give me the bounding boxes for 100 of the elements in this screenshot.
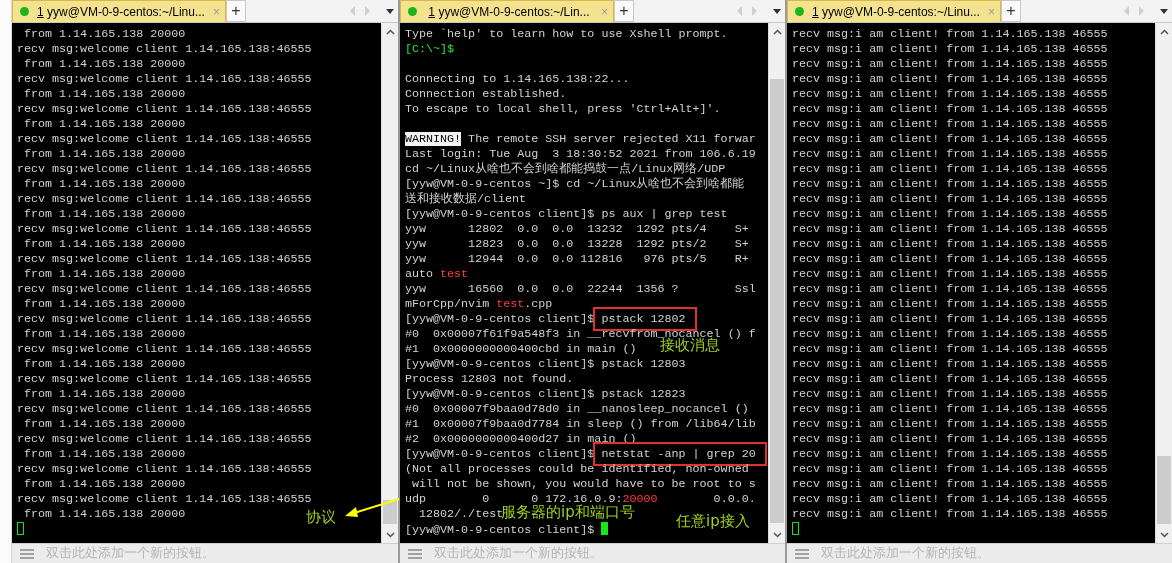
status-dot-icon xyxy=(20,7,29,16)
terminal-line: To escape to local shell, press 'Ctrl+Alt+]'. xyxy=(405,102,721,117)
terminal-line: recv msg:i am client! from 1.14.165.138 46555 xyxy=(792,72,1108,87)
terminal-line: recv msg:i am client! from 1.14.165.138 46555 xyxy=(792,27,1108,42)
terminal-line: recv msg:i am client! from 1.14.165.138 46555 xyxy=(792,177,1108,192)
terminal-tab[interactable]: 1 yyw@VM-0-9-centos:~/Lin... × xyxy=(400,0,614,22)
terminal-line: from 1.14.165.138 20000 xyxy=(23,87,186,102)
terminal-line: recv msg:i am client! from 1.14.165.138 46555 xyxy=(792,132,1108,147)
terminal-tab[interactable]: 1 yyw@VM-0-9-centos:~/Linu... × xyxy=(12,0,226,22)
terminal-line: recv msg:i am client! from 1.14.165.138 46555 xyxy=(792,462,1108,477)
dropdown-caret-icon[interactable] xyxy=(773,8,781,14)
terminal-line: from 1.14.165.138 20000 xyxy=(23,417,186,432)
terminal-line: recv msg:welcome client 1.14.165.138:46555 xyxy=(17,192,312,207)
terminal-line: recv msg:welcome client 1.14.165.138:46555 xyxy=(17,72,312,87)
scroll-down-icon[interactable] xyxy=(385,531,395,538)
terminal-line: recv msg:i am client! from 1.14.165.138 46555 xyxy=(792,297,1108,312)
terminal-line: recv msg:welcome client 1.14.165.138:46555 xyxy=(17,42,312,57)
scroll-down-icon[interactable] xyxy=(772,531,782,538)
terminal-line: recv msg:i am client! from 1.14.165.138 46555 xyxy=(792,387,1108,402)
terminal-line: recv msg:i am client! from 1.14.165.138 46555 xyxy=(792,282,1108,297)
scrollbar-thumb[interactable] xyxy=(383,500,397,524)
menu-icon[interactable] xyxy=(20,548,34,559)
terminal-line: recv msg:i am client! from 1.14.165.138 46555 xyxy=(792,252,1108,267)
terminal-line: recv msg:i am client! from 1.14.165.138 46555 xyxy=(792,357,1108,372)
terminal-line: recv msg:i am client! from 1.14.165.138 46555 xyxy=(792,222,1108,237)
terminal-line: recv msg:i am client! from 1.14.165.138 46555 xyxy=(792,477,1108,492)
terminal-line: Type `help' to learn how to use Xshell prompt. xyxy=(405,27,728,42)
scroll-up-icon[interactable] xyxy=(1159,28,1169,35)
terminal-line: recv msg:welcome client 1.14.165.138:46555 xyxy=(17,432,312,447)
terminal-line: from 1.14.165.138 20000 xyxy=(23,297,186,312)
terminal-line: from 1.14.165.138 20000 xyxy=(23,207,186,222)
annotation-label: 服务器的ip和端口号 xyxy=(501,503,635,522)
scroll-left-icon[interactable] xyxy=(1124,6,1130,16)
terminal-line: recv msg:welcome client 1.14.165.138:46555 xyxy=(17,462,312,477)
dropdown-caret-icon[interactable] xyxy=(1160,8,1168,14)
annotation-label: 任意ip接入 xyxy=(676,512,750,531)
terminal-line: recv msg:welcome client 1.14.165.138:46555 xyxy=(17,372,312,387)
scroll-down-icon[interactable] xyxy=(1159,531,1169,538)
menu-icon[interactable] xyxy=(795,548,809,559)
terminal-line: from 1.14.165.138 20000 xyxy=(23,117,186,132)
status-dot-icon xyxy=(795,7,804,16)
terminal-line: from 1.14.165.138 20000 xyxy=(23,27,186,42)
terminal-line: Connecting to 1.14.165.138:22... xyxy=(405,72,630,87)
scrollbar[interactable] xyxy=(768,23,785,543)
terminal-line: #1 0x00007f9baa0d7784 in sleep () from /lib64/lib xyxy=(405,417,756,432)
terminal-line: will not be shown, you would have to be root to s xyxy=(411,477,756,492)
terminal-line: recv msg:welcome client 1.14.165.138:46555 xyxy=(17,492,312,507)
terminal-line: [yyw@VM-0-9-centos client]$ pstack 12803 xyxy=(405,357,686,372)
scroll-right-icon[interactable] xyxy=(364,6,370,16)
terminal-line: auto test xyxy=(405,267,469,282)
terminal-line: recv msg:i am client! from 1.14.165.138 46555 xyxy=(792,192,1108,207)
terminal-line: from 1.14.165.138 20000 xyxy=(23,57,186,72)
scrollbar[interactable] xyxy=(381,23,398,543)
terminal-line: recv msg:i am client! from 1.14.165.138 46555 xyxy=(792,267,1108,282)
terminal-line: recv msg:i am client! from 1.14.165.138 46555 xyxy=(792,102,1108,117)
terminal-line: #0 0x00007f9baa0d78d0 in __nanosleep_nocancel () xyxy=(405,402,749,417)
terminal-line: recv msg:i am client! from 1.14.165.138 46555 xyxy=(792,372,1108,387)
terminal-line: recv msg:i am client! from 1.14.165.138 46555 xyxy=(792,417,1108,432)
terminal-line: recv msg:i am client! from 1.14.165.138 46555 xyxy=(792,402,1108,417)
status-dot-icon xyxy=(408,7,417,16)
terminal-line: recv msg:i am client! from 1.14.165.138 46555 xyxy=(792,507,1108,522)
terminal-line: recv msg:i am client! from 1.14.165.138 46555 xyxy=(792,57,1108,72)
terminal-line: Process 12803 not found. xyxy=(405,372,574,387)
terminal-line: recv msg:welcome client 1.14.165.138:46555 xyxy=(17,402,312,417)
terminal-line: recv msg:i am client! from 1.14.165.138 46555 xyxy=(792,327,1108,342)
terminal-line: mForCpp/nvim test.cpp xyxy=(405,297,553,312)
menu-icon[interactable] xyxy=(408,548,422,559)
scroll-up-icon[interactable] xyxy=(385,28,395,35)
scrollbar[interactable] xyxy=(1155,23,1172,543)
scroll-right-icon[interactable] xyxy=(1138,6,1144,16)
terminal-line: recv msg:i am client! from 1.14.165.138 46555 xyxy=(792,492,1108,507)
terminal-line: from 1.14.165.138 20000 xyxy=(23,357,186,372)
dropdown-caret-icon[interactable] xyxy=(386,8,394,14)
scroll-up-icon[interactable] xyxy=(772,28,782,35)
new-tab-button[interactable]: + xyxy=(614,0,634,22)
scroll-right-icon[interactable] xyxy=(751,6,757,16)
terminal-line: cd ~/Linux从啥也不会到啥都能捣鼓一点/Linux网络/UDP xyxy=(405,162,726,177)
new-tab-button[interactable]: + xyxy=(226,0,246,22)
terminal-line: recv msg:welcome client 1.14.165.138:46555 xyxy=(17,252,312,267)
terminal-line: from 1.14.165.138 20000 xyxy=(23,267,186,282)
scrollbar-thumb[interactable] xyxy=(1157,456,1171,524)
terminal-line: yyw 12802 0.0 0.0 13232 1292 pts/4 S+ xyxy=(405,222,749,237)
terminal-tab[interactable]: 1 yyw@VM-0-9-centos:~/Linu... × xyxy=(787,0,1001,22)
terminal-text: [yyw@VM-0-9-centos client]$ xyxy=(405,312,596,326)
terminal-line: recv msg:welcome client 1.14.165.138:46555 xyxy=(17,342,312,357)
scrollbar-thumb[interactable] xyxy=(770,79,784,523)
terminal-line: from 1.14.165.138 20000 xyxy=(23,477,186,492)
terminal-line: recv msg:i am client! from 1.14.165.138 46555 xyxy=(792,447,1108,462)
terminal-line: recv msg:i am client! from 1.14.165.138 46555 xyxy=(792,237,1108,252)
terminal-text: [yyw@VM-0-9-centos client]$ xyxy=(405,447,596,461)
terminal-line: yyw 12823 0.0 0.0 13228 1292 pts/2 S+ xyxy=(405,237,749,252)
terminal-line: [yyw@VM-0-9-centos client]$ ps aux | grep test xyxy=(405,207,728,222)
terminal-line: #1 0x0000000000400cbd in main () xyxy=(405,342,637,357)
terminal-line: Connection established. xyxy=(405,87,567,102)
arrow xyxy=(345,498,400,517)
terminal-line: recv msg:welcome client 1.14.165.138:46555 xyxy=(17,312,312,327)
terminal-line: from 1.14.165.138 20000 xyxy=(23,177,186,192)
scroll-left-icon[interactable] xyxy=(350,6,356,16)
new-tab-button[interactable]: + xyxy=(1001,0,1021,22)
scroll-left-icon[interactable] xyxy=(737,6,743,16)
